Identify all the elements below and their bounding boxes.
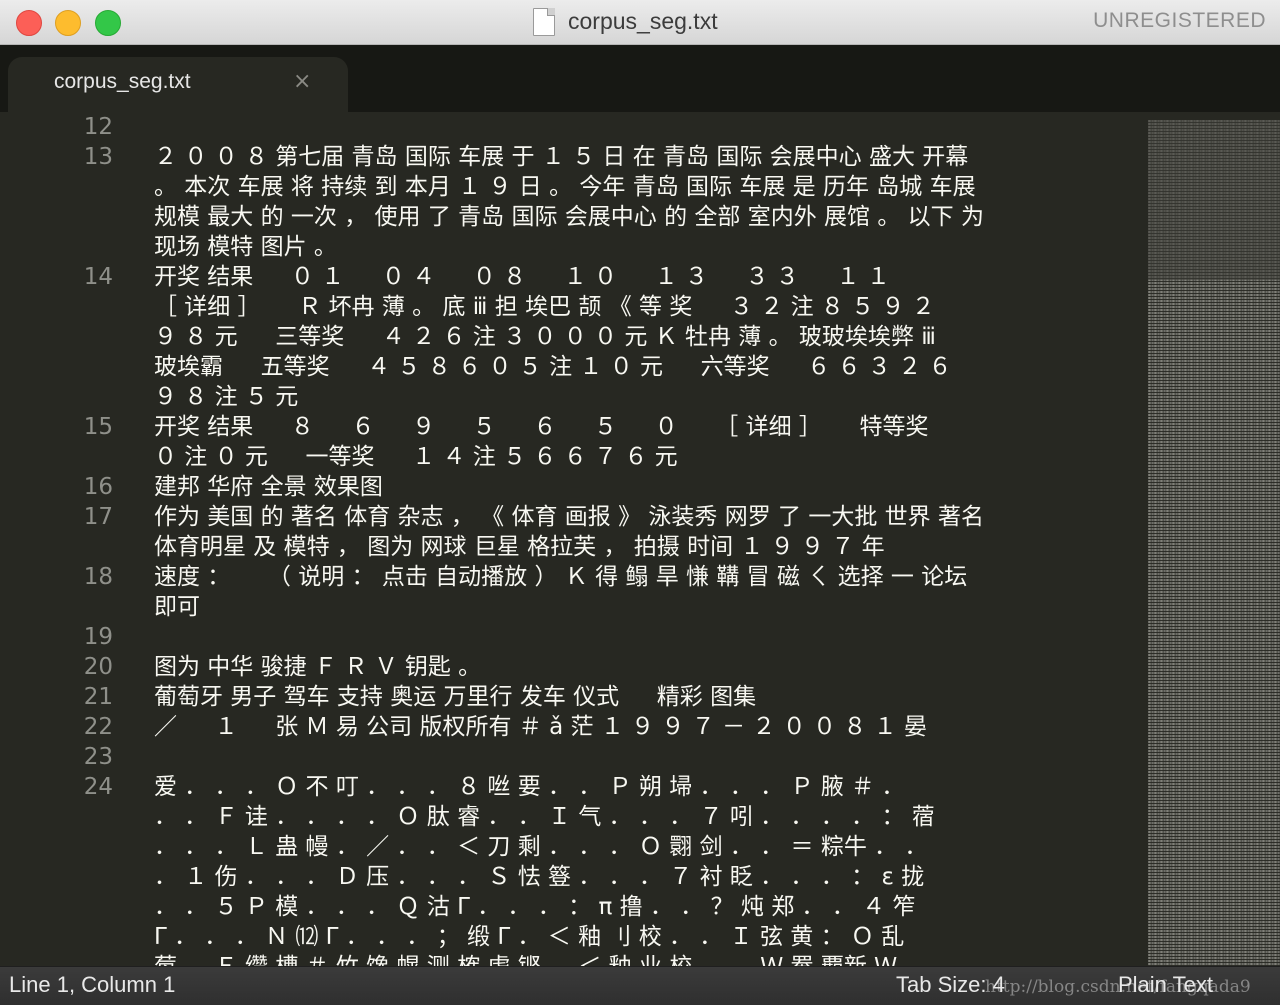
line-text[interactable]: 体育明星 及 模特 ， 图为 网球 巨星 格拉芙 ， 拍摄 时间 １ ９ ９ ７… [154,532,1136,562]
line-text[interactable]: 现场 模特 图片 。 [154,232,1136,262]
line-number: 18 [83,564,113,590]
close-tab-icon[interactable]: × [293,69,311,94]
line-text[interactable]: ． ． ５ Ｐ 模 ． ． ． Ｑ 沽 Γ ． ． ． ： π 撸 ． ． ？ … [154,892,1136,922]
editor-line[interactable]: 12 [0,112,1148,142]
line-text[interactable]: ／ １ 张 Ｍ 易 公司 版权所有 ＃ ǎ 茫 １ ９ ９ ７ － ２ ０ ０ … [154,712,1136,742]
line-number: 17 [83,504,113,530]
unregistered-label: UNREGISTERED [1093,9,1266,32]
minimize-window-button[interactable] [55,10,81,36]
tab-corpus-seg[interactable]: corpus_seg.txt × [8,57,348,112]
tab-size-selector[interactable]: Tab Size: 4 [896,972,1005,998]
line-number: 21 [83,684,113,710]
line-text[interactable]: 葡萄牙 男子 驾车 支持 奥运 万里行 发车 仪式 精彩 图集 [154,682,1136,712]
tab-bar: corpus_seg.txt × [0,45,1280,112]
line-text[interactable]: 开奖 结果 ０ １ ０ ４ ０ ８ １ ０ １ ３ ３ ３ １ １ [154,262,1136,292]
document-icon [533,8,555,36]
line-text[interactable]: 爱 ． ． ． Ｏ 不 叮 ． ． ． ８ 咝 要 ． ． Ｐ 朔 埽 ． ． … [154,772,1136,802]
editor-line[interactable]: 13 ２ ０ ０ ８ 第七届 青岛 国际 车展 于 １ ５ 日 在 青岛 国际 … [0,142,1148,172]
editor-line[interactable]: 莓 ． Ｅ 缵 槽 ＃ 竹 馋 幌 测 榷 虐 铿 ． ＜ 釉 业 校 ． ． … [0,952,1148,966]
editor-line[interactable]: 20 图为 中华 骏捷 Ｆ Ｒ Ｖ 钥匙 。 [0,652,1148,682]
editor-line[interactable]: ［ 详细 ］ Ｒ 坏冉 薄 。 底 ⅲ 担 埃巴 颉 《 等 奖 ３ ２ 注 ８… [0,292,1148,322]
line-number: 12 [83,114,113,140]
close-window-button[interactable] [16,10,42,36]
line-text[interactable]: 玻埃霸 五等奖 ４ ５ ８ ６ ０ ５ 注 １ ０ 元 六等奖 ６ ６ ３ ２ … [154,352,1136,382]
editor-line[interactable]: 现场 模特 图片 。 [0,232,1148,262]
editor-line[interactable]: 24 爱 ． ． ． Ｏ 不 叮 ． ． ． ８ 咝 要 ． ． Ｐ 朔 埽 ． … [0,772,1148,802]
window-title: corpus_seg.txt [568,8,718,34]
line-text[interactable]: 规模 最大 的 一次 ， 使用 了 青岛 国际 会展中心 的 全部 室内外 展馆… [154,202,1136,232]
editor-line[interactable]: 18 速度 ： （ 说明 ： 点击 自动播放 ） Ｋ 得 鳎 旱 慊 鞲 冒 磁 … [0,562,1148,592]
line-number: 13 [83,144,113,170]
editor-line[interactable]: ． ． Ｆ 诖 ． ． ． ． Ｏ 肽 睿 ． ． Ｉ 气 ． ． ． ７ 吲 … [0,802,1148,832]
editor-line[interactable]: 17 作为 美国 的 著名 体育 杂志 ， 《 体育 画报 》 泳装秀 网罗 了 … [0,502,1148,532]
line-text[interactable]: ０ 注 ０ 元 一等奖 １ ４ 注 ５ ６ ６ ７ ６ 元 [154,442,1136,472]
zoom-window-button[interactable] [95,10,121,36]
line-text[interactable]: ． ． ． Ｌ 蛊 幔 ． ／ ． ． ＜ 刀 剩 ． ． ． Ｏ 翾 剑 ． … [154,832,1136,862]
line-text[interactable]: 图为 中华 骏捷 Ｆ Ｒ Ｖ 钥匙 。 [154,652,1136,682]
cursor-position[interactable]: Line 1, Column 1 [9,972,175,998]
line-text[interactable]: ９ ８ 注 ５ 元 [154,382,1136,412]
line-text[interactable]: 。 本次 车展 将 持续 到 本月 １ ９ 日 。 今年 青岛 国际 车展 是 … [154,172,1136,202]
line-text[interactable]: 开奖 结果 ８ ６ ９ ５ ６ ５ ０ ［ 详细 ］ 特等奖 [154,412,1136,442]
title-bar: corpus_seg.txt UNREGISTERED [0,0,1280,45]
editor-line[interactable]: ９ ８ 注 ５ 元 [0,382,1148,412]
line-text[interactable]: 莓 ． Ｅ 缵 槽 ＃ 竹 馋 幌 测 榷 虐 铿 ． ＜ 釉 业 校 ． ． … [154,952,1136,966]
line-text[interactable]: ［ 详细 ］ Ｒ 坏冉 薄 。 底 ⅲ 担 埃巴 颉 《 等 奖 ３ ２ 注 ８… [154,292,1136,322]
line-text[interactable]: ． １ 伤 ． ． ． Ｄ 压 ． ． ． Ｓ 怯 簦 ． ． ． ７ 衬 眨 … [154,862,1136,892]
editor-line[interactable]: ０ 注 ０ 元 一等奖 １ ４ 注 ５ ６ ６ ７ ６ 元 [0,442,1148,472]
line-text[interactable]: Γ ． ． ． Ｎ ⑿ Γ ． ． ． ； 缎 Γ ． ＜ 釉 刂 校 ． ． … [154,922,1136,952]
line-number: 20 [83,654,113,680]
status-bar: Line 1, Column 1 http://blog.csdn.net/fa… [0,966,1280,1005]
editor-line[interactable]: 19 [0,622,1148,652]
line-text[interactable]: ． ． Ｆ 诖 ． ． ． ． Ｏ 肽 睿 ． ． Ｉ 气 ． ． ． ７ 吲 … [154,802,1136,832]
line-text[interactable]: ９ ８ 元 三等奖 ４ ２ ６ 注 ３ ０ ０ ０ 元 Ｋ 牡冉 薄 。 玻玻埃… [154,322,1136,352]
editor-line[interactable]: 21 葡萄牙 男子 驾车 支持 奥运 万里行 发车 仪式 精彩 图集 [0,682,1148,712]
tab-label: corpus_seg.txt [54,70,191,93]
line-number: 16 [83,474,113,500]
line-number: 14 [83,264,113,290]
line-number: 23 [83,744,113,770]
line-number: 19 [83,624,113,650]
text-editor[interactable]: 12 13 ２ ０ ０ ８ 第七届 青岛 国际 车展 于 １ ５ 日 在 青岛 国… [0,112,1148,966]
editor-line[interactable]: ９ ８ 元 三等奖 ４ ２ ６ 注 ３ ０ ０ ０ 元 Ｋ 牡冉 薄 。 玻玻埃… [0,322,1148,352]
editor-line[interactable]: 。 本次 车展 将 持续 到 本月 １ ９ 日 。 今年 青岛 国际 车展 是 … [0,172,1148,202]
minimap-viewport[interactable] [1148,120,1280,280]
syntax-selector[interactable]: Plain Text [1118,972,1213,998]
editor-line[interactable]: 即可 [0,592,1148,622]
line-number: 22 [83,714,113,740]
line-text[interactable]: 速度 ： （ 说明 ： 点击 自动播放 ） Ｋ 得 鳎 旱 慊 鞲 冒 磁 ㄑ … [154,562,1136,592]
editor-line[interactable]: Γ ． ． ． Ｎ ⑿ Γ ． ． ． ； 缎 Γ ． ＜ 釉 刂 校 ． ． … [0,922,1148,952]
editor-line[interactable]: 14 开奖 结果 ０ １ ０ ４ ０ ８ １ ０ １ ３ ３ ３ １ １ [0,262,1148,292]
line-text[interactable]: 作为 美国 的 著名 体育 杂志 ， 《 体育 画报 》 泳装秀 网罗 了 一大… [154,502,1136,532]
line-text[interactable]: 建邦 华府 全景 效果图 [154,472,1136,502]
editor-line[interactable]: ． ． ５ Ｐ 模 ． ． ． Ｑ 沽 Γ ． ． ． ： π 撸 ． ． ？ … [0,892,1148,922]
editor-line[interactable]: 体育明星 及 模特 ， 图为 网球 巨星 格拉芙 ， 拍摄 时间 １ ９ ９ ７… [0,532,1148,562]
editor-line[interactable]: 23 [0,742,1148,772]
editor-line[interactable]: 玻埃霸 五等奖 ４ ５ ８ ６ ０ ５ 注 １ ０ 元 六等奖 ６ ６ ３ ２ … [0,352,1148,382]
editor-line[interactable]: 规模 最大 的 一次 ， 使用 了 青岛 国际 会展中心 的 全部 室内外 展馆… [0,202,1148,232]
editor-line[interactable]: ． ． ． Ｌ 蛊 幔 ． ／ ． ． ＜ 刀 剩 ． ． ． Ｏ 翾 剑 ． … [0,832,1148,862]
line-text[interactable]: 即可 [154,592,1136,622]
editor-line[interactable]: 15 开奖 结果 ８ ６ ９ ５ ６ ５ ０ ［ 详细 ］ 特等奖 [0,412,1148,442]
line-number: 15 [83,414,113,440]
line-text[interactable]: ２ ０ ０ ８ 第七届 青岛 国际 车展 于 １ ５ 日 在 青岛 国际 会展中… [154,142,1136,172]
editor-line[interactable]: ． １ 伤 ． ． ． Ｄ 压 ． ． ． Ｓ 怯 簦 ． ． ． ７ 衬 眨 … [0,862,1148,892]
editor-line[interactable]: 22 ／ １ 张 Ｍ 易 公司 版权所有 ＃ ǎ 茫 １ ９ ９ ７ － ２ ０… [0,712,1148,742]
line-number: 24 [83,774,113,800]
editor-line[interactable]: 16 建邦 华府 全景 效果图 [0,472,1148,502]
